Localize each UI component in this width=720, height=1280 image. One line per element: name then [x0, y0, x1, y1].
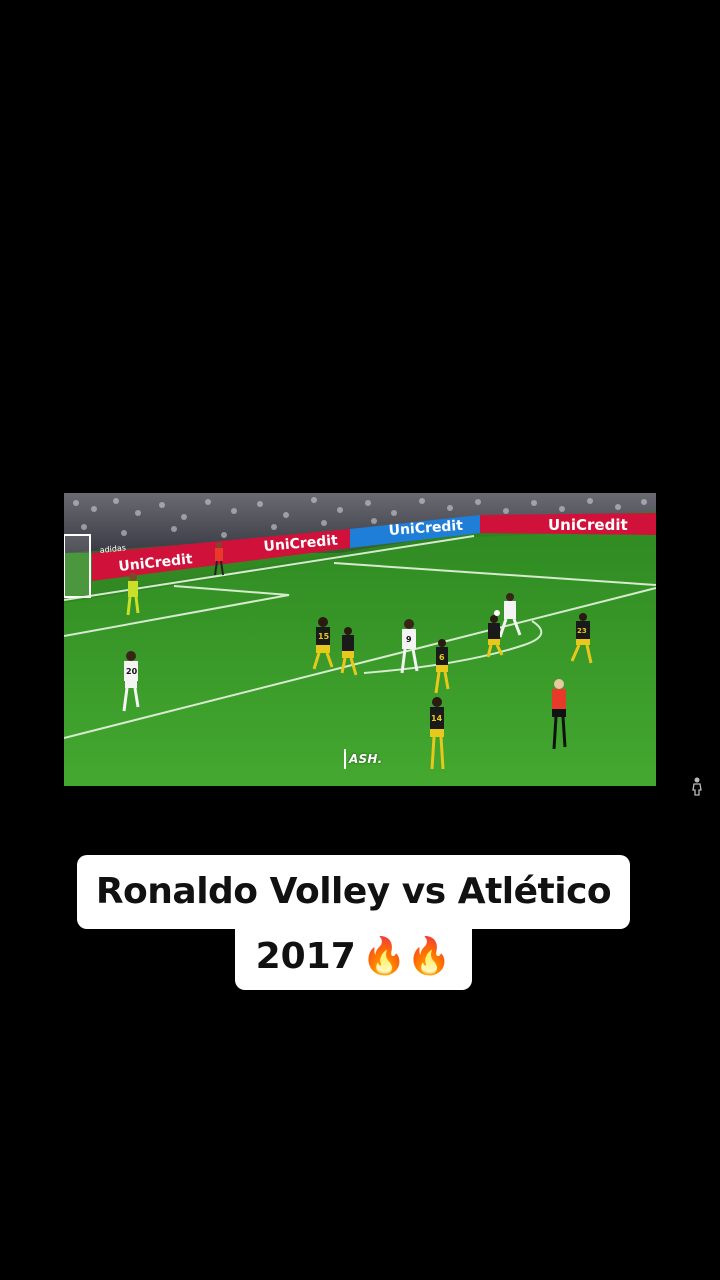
caption-year: 2017 [255, 936, 356, 977]
svg-text:14: 14 [431, 714, 443, 723]
svg-text:6: 6 [439, 653, 445, 662]
football-pitch-scene: UniCredit UniCredit UniCredit UniCredit … [64, 493, 656, 786]
board-text-4: UniCredit [548, 516, 628, 534]
video-watermark: ASH. [344, 749, 382, 769]
caption-line-1: Ronaldo Volley vs Atlético [77, 855, 630, 929]
caption-line-2: 2017 🔥🔥 [235, 929, 472, 990]
video-player[interactable]: UniCredit UniCredit UniCredit UniCredit … [64, 493, 656, 786]
person-icon[interactable] [690, 776, 704, 796]
fire-icon: 🔥🔥 [361, 936, 452, 977]
svg-text:9: 9 [406, 635, 412, 644]
svg-text:20: 20 [126, 667, 138, 676]
svg-text:15: 15 [318, 632, 330, 641]
svg-text:23: 23 [577, 627, 587, 635]
